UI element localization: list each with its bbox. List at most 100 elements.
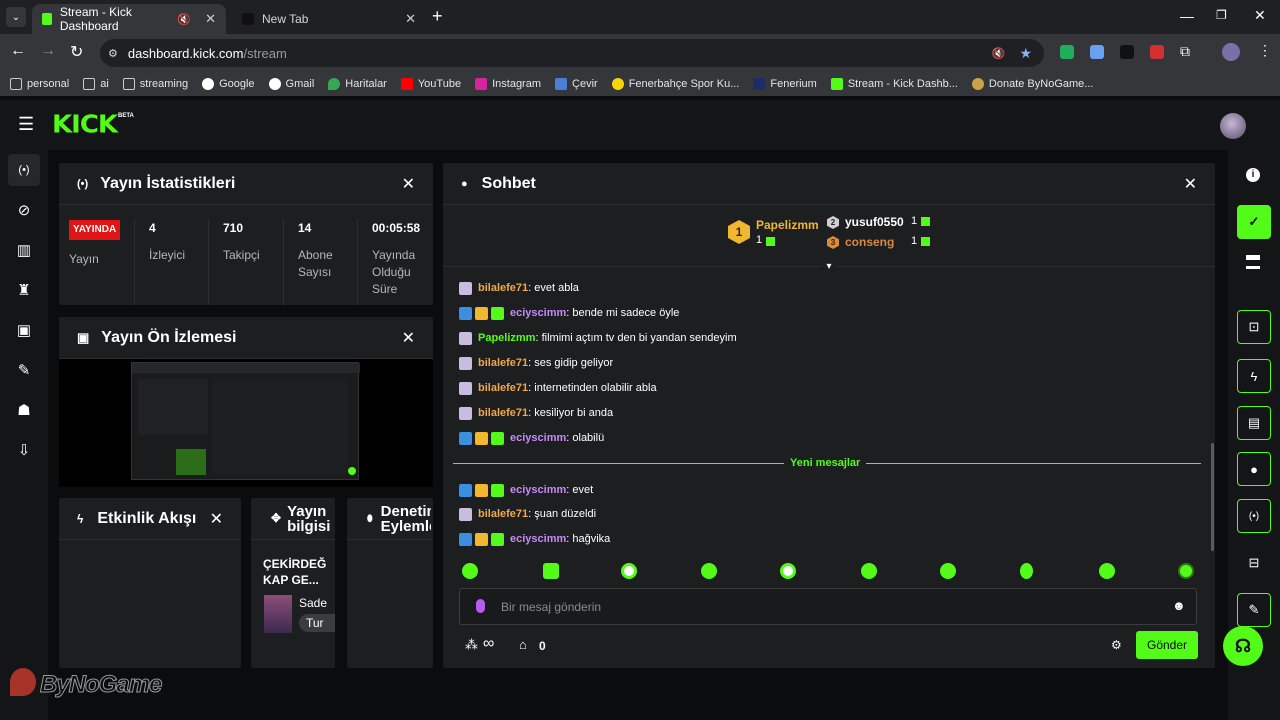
- analytics-icon[interactable]: ▥: [8, 234, 40, 266]
- extension-red-icon[interactable]: [1150, 45, 1164, 59]
- tab-close-icon[interactable]: ✕: [405, 11, 416, 27]
- chat-username[interactable]: eciyscimm: [510, 484, 566, 496]
- emote-icon[interactable]: [940, 563, 956, 579]
- bookmark-personal[interactable]: personal: [10, 78, 69, 90]
- wrench-button[interactable]: ✎: [1237, 593, 1271, 627]
- emote-icon[interactable]: [1020, 563, 1033, 579]
- wrench-icon[interactable]: ✎: [8, 354, 40, 386]
- bookmark-fenerium[interactable]: Fenerium: [753, 78, 817, 90]
- microphone-icon[interactable]: [476, 599, 485, 613]
- tab-new-tab[interactable]: New Tab ✕: [232, 4, 426, 34]
- chat-input-box[interactable]: Bir mesaj gönderin ☻: [459, 588, 1197, 625]
- close-icon[interactable]: ✕: [402, 328, 415, 348]
- tab-list-button[interactable]: ⌄: [6, 7, 26, 27]
- notes-button[interactable]: ▤: [1237, 406, 1271, 440]
- chat-username[interactable]: bilalefe71: [478, 508, 528, 520]
- close-icon[interactable]: ✕: [1184, 174, 1197, 194]
- emote-icon[interactable]: [462, 563, 478, 579]
- move-icon[interactable]: ✥: [271, 511, 281, 526]
- site-info-icon[interactable]: ⚙: [108, 47, 118, 60]
- bookmark-kick[interactable]: Stream - Kick Dashb...: [830, 78, 958, 90]
- link-icon[interactable]: ⊘: [8, 194, 40, 226]
- chat-username[interactable]: bilalefe71: [478, 382, 528, 394]
- extensions-puzzle-icon[interactable]: ⧉: [1180, 43, 1190, 60]
- chat-settings-icon[interactable]: ⚙: [1111, 638, 1122, 652]
- bookmark-google[interactable]: Google: [202, 78, 255, 90]
- emote-icon[interactable]: [780, 563, 796, 579]
- close-window-button[interactable]: ✕: [1254, 7, 1266, 24]
- chat-username[interactable]: bilalefe71: [478, 282, 528, 294]
- leader-2-name[interactable]: yusuf0550: [845, 215, 904, 229]
- channel-points-icon[interactable]: ⁂: [465, 637, 478, 653]
- lightning-button[interactable]: ϟ: [1237, 359, 1271, 393]
- emote-icon[interactable]: [621, 563, 637, 579]
- browser-menu-icon[interactable]: ⋮: [1258, 42, 1272, 59]
- chat-button[interactable]: ●: [1237, 452, 1271, 486]
- bookmark-gmail[interactable]: Gmail: [268, 78, 314, 90]
- chat-username[interactable]: bilalefe71: [478, 407, 528, 419]
- chat-username[interactable]: eciyscimm: [510, 307, 566, 319]
- video-icon[interactable]: ▣: [8, 314, 40, 346]
- tab-close-icon[interactable]: ✕: [205, 11, 216, 27]
- restore-button[interactable]: ❐: [1216, 8, 1227, 22]
- bookmark-youtube[interactable]: YouTube: [400, 78, 461, 90]
- bookmark-star-icon[interactable]: ★: [1019, 45, 1032, 62]
- language-tag[interactable]: Tur: [299, 614, 335, 632]
- emote-icon[interactable]: [861, 563, 877, 579]
- tab-muted-icon[interactable]: 🔇: [177, 13, 191, 26]
- close-icon[interactable]: ✕: [210, 509, 223, 529]
- stream-broadcast-icon[interactable]: (•): [8, 154, 40, 186]
- extension-shield-icon[interactable]: [1060, 45, 1074, 59]
- trophy-icon[interactable]: ♜: [8, 274, 40, 306]
- emote-icon[interactable]: [1178, 563, 1194, 579]
- extension-translate-icon[interactable]: [1090, 45, 1104, 59]
- extension-dark-icon[interactable]: [1120, 45, 1134, 59]
- address-bar[interactable]: ⚙ dashboard.kick.com/stream 🔇 ★: [100, 39, 1044, 67]
- download-icon[interactable]: ⇩: [8, 434, 40, 466]
- chat-scrollbar[interactable]: [1211, 443, 1214, 551]
- back-button[interactable]: ←: [10, 42, 26, 60]
- stream-preview-video[interactable]: [131, 362, 360, 480]
- bookmark-cevir[interactable]: Çevir: [555, 78, 598, 90]
- kick-logo[interactable]: KICK: [52, 111, 118, 140]
- emote-icon[interactable]: [701, 563, 717, 579]
- user-avatar[interactable]: [1220, 113, 1246, 139]
- translate-icon: [555, 78, 568, 90]
- broadcast-button[interactable]: (•): [1237, 499, 1271, 533]
- reload-button[interactable]: ↻: [70, 42, 83, 62]
- chat-username[interactable]: eciyscimm: [510, 432, 566, 444]
- emote-icon[interactable]: [1099, 563, 1115, 579]
- chat-username[interactable]: bilalefe71: [478, 357, 528, 369]
- bookmark-streaming[interactable]: streaming: [122, 78, 188, 90]
- minimize-button[interactable]: —: [1180, 8, 1194, 24]
- bookmark-ai[interactable]: ai: [83, 78, 109, 90]
- category-thumbnail[interactable]: [264, 595, 292, 633]
- bookmark-fenerbahce[interactable]: Fenerbahçe Spor Ku...: [611, 78, 739, 90]
- tab-kick-dashboard[interactable]: Stream - Kick Dashboard 🔇 ✕: [32, 4, 226, 34]
- leader-1-name[interactable]: Papelizmm: [756, 218, 819, 232]
- checkmark-button[interactable]: ✓: [1237, 205, 1271, 239]
- send-button[interactable]: Gönder: [1136, 631, 1198, 659]
- users-icon[interactable]: ☗: [8, 394, 40, 426]
- emote-icon[interactable]: [543, 563, 559, 579]
- camera-button[interactable]: ⊡: [1237, 310, 1271, 344]
- collapse-leaderboard-icon[interactable]: ▾: [822, 261, 836, 273]
- support-headset-icon[interactable]: ☊: [1223, 626, 1263, 666]
- media-muted-icon[interactable]: 🔇: [992, 47, 1006, 60]
- hamburger-menu-icon[interactable]: ☰: [18, 114, 34, 135]
- chat-username[interactable]: eciyscimm: [510, 533, 566, 545]
- layout-icon[interactable]: [1246, 255, 1260, 269]
- close-icon[interactable]: ✕: [402, 174, 415, 194]
- leader-3-name[interactable]: conseng: [845, 235, 894, 249]
- new-tab-button[interactable]: +: [432, 6, 443, 27]
- store-icon[interactable]: ⌂: [519, 637, 527, 652]
- chat-username[interactable]: Papelizmm: [478, 332, 535, 344]
- mod-tools-button[interactable]: ⊟: [1237, 546, 1271, 580]
- profile-avatar[interactable]: [1222, 43, 1240, 61]
- bookmark-haritalar[interactable]: Haritalar: [328, 78, 387, 90]
- bookmark-bynogame[interactable]: Donate ByNoGame...: [971, 78, 1093, 90]
- bookmark-instagram[interactable]: Instagram: [475, 78, 541, 90]
- emoji-picker-icon[interactable]: ☻: [1172, 598, 1186, 613]
- forward-button[interactable]: →: [40, 42, 56, 60]
- info-icon[interactable]: i: [1246, 168, 1260, 182]
